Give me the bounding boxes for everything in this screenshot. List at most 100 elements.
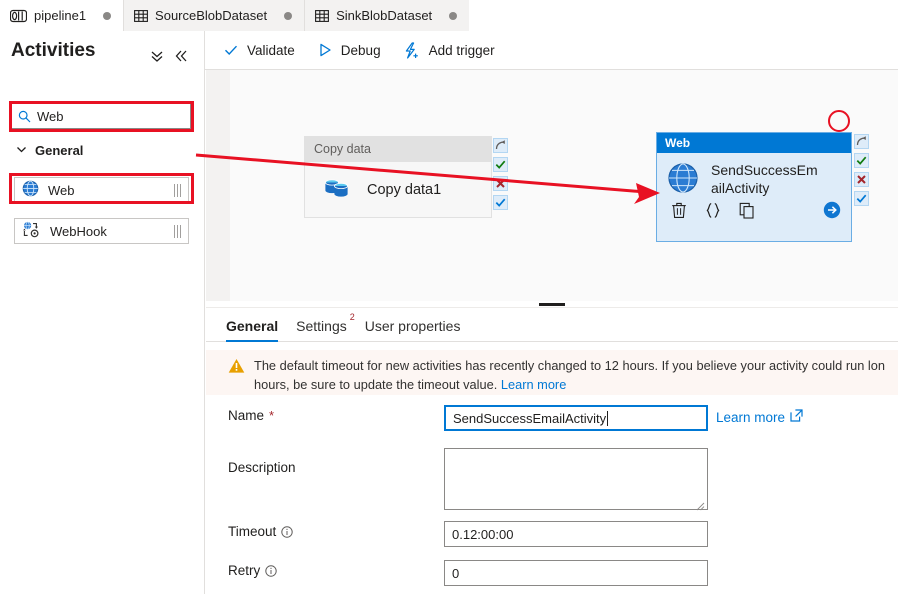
info-circle-icon[interactable]: [281, 525, 293, 538]
search-input-value: Web: [37, 108, 64, 124]
validate-button[interactable]: Validate: [223, 42, 295, 58]
debug-button[interactable]: Debug: [317, 42, 381, 58]
tab-label: pipeline1: [34, 8, 87, 23]
success-handle[interactable]: [493, 157, 508, 172]
web-output-handles: [854, 134, 869, 206]
page-title: Activities: [11, 40, 96, 61]
field-retry: Retry 0: [206, 560, 898, 586]
pipeline-canvas[interactable]: Copy data Copy data1 Web SendSuccessEmai…: [206, 70, 898, 301]
description-textarea[interactable]: [444, 448, 708, 511]
node-title: SendSuccessEmailActivity: [711, 162, 818, 196]
failure-handle[interactable]: [493, 176, 508, 191]
web-globe-icon: [22, 180, 39, 200]
activity-item-label: Web: [48, 182, 75, 198]
tab-settings[interactable]: Settings 2: [296, 312, 355, 341]
trash-icon[interactable]: [671, 202, 687, 219]
warning-line-2: hours, be sure to update the timeout val…: [254, 377, 498, 393]
name-input[interactable]: SendSuccessEmailActivity: [444, 405, 708, 431]
drag-grip-icon[interactable]: [174, 225, 181, 238]
retry-input[interactable]: 0: [444, 560, 708, 586]
name-learn-more-link[interactable]: Learn more: [716, 409, 803, 425]
canvas-node-copy-data[interactable]: Copy data Copy data1: [304, 136, 492, 218]
info-circle-icon[interactable]: [265, 564, 277, 577]
dataset-table-icon: [315, 9, 330, 23]
lightning-plus-icon: [403, 41, 421, 59]
field-timeout: Timeout 0.12:00:00: [206, 521, 898, 547]
field-description: Description: [206, 448, 898, 511]
field-label-retry: Retry: [228, 563, 277, 578]
drag-grip-icon[interactable]: [174, 184, 181, 197]
learn-more-link[interactable]: Learn more: [501, 377, 566, 392]
warning-line-1: The default timeout for new activities h…: [254, 358, 885, 373]
required-marker: *: [269, 408, 275, 423]
tab-label: SinkBlobDataset: [336, 8, 433, 23]
link-text: Learn more: [716, 409, 786, 425]
activity-item-webhook[interactable]: WebHook: [14, 218, 189, 244]
command-label: Debug: [340, 42, 381, 58]
label-text: Timeout: [228, 524, 277, 539]
chevron-double-left-icon[interactable]: [172, 47, 190, 65]
unsaved-indicator: [103, 11, 112, 20]
search-input[interactable]: Web: [11, 103, 191, 129]
unsaved-indicator: [284, 11, 293, 20]
activities-panel: Activities Web General Web WebHook: [0, 31, 205, 594]
completion-handle[interactable]: [854, 191, 869, 206]
activity-properties-panel: General Settings 2 User properties The d…: [206, 308, 898, 594]
checkmark-icon: [223, 42, 239, 58]
chevron-down-icon: [16, 143, 27, 158]
node-title: Copy data1: [367, 181, 442, 198]
properties-tablist: General Settings 2 User properties: [206, 308, 898, 342]
sidebar-group-general[interactable]: General: [16, 143, 83, 158]
activity-item-web[interactable]: Web: [14, 177, 189, 203]
failure-handle[interactable]: [854, 172, 869, 187]
timeout-input[interactable]: 0.12:00:00: [444, 521, 708, 547]
add-trigger-button[interactable]: Add trigger: [403, 41, 495, 59]
tab-label: SourceBlobDataset: [155, 8, 268, 23]
label-text: Retry: [228, 563, 261, 578]
tab-user-properties[interactable]: User properties: [365, 318, 461, 341]
web-globe-icon: [667, 162, 699, 197]
command-label: Add trigger: [428, 42, 495, 58]
command-label: Validate: [247, 42, 295, 58]
text-caret: [607, 410, 609, 426]
tab-label: General: [226, 318, 279, 334]
timeout-warning-banner: The default timeout for new activities h…: [206, 350, 898, 395]
copy-data-database-icon: [321, 174, 351, 205]
success-handle[interactable]: [854, 153, 869, 168]
copy-data-output-handles: [493, 138, 508, 210]
curly-braces-icon[interactable]: [705, 202, 721, 219]
pipeline-icon: [10, 9, 27, 23]
skip-handle[interactable]: [854, 134, 869, 149]
node-type-label: Copy data: [304, 136, 492, 162]
splitter-grabber[interactable]: [539, 302, 565, 306]
tab-general[interactable]: General: [226, 318, 279, 342]
canvas-node-web[interactable]: Web SendSuccessEmailActivity: [656, 132, 852, 242]
tab-sourceblobdataset[interactable]: SourceBlobDataset: [124, 0, 305, 31]
field-label-description: Description: [228, 460, 296, 475]
field-label-name: Name *: [228, 408, 274, 423]
tab-label: User properties: [364, 318, 461, 334]
arrow-right-circle-icon[interactable]: [823, 201, 841, 219]
field-name: Name * SendSuccessEmailActivity Learn mo…: [206, 405, 898, 431]
skip-handle[interactable]: [493, 138, 508, 153]
tab-label: Settings: [296, 318, 347, 334]
webhook-icon: [22, 221, 41, 241]
canvas-left-gutter: [206, 70, 230, 301]
node-type-label: Web: [657, 133, 851, 153]
play-triangle-icon: [317, 42, 333, 58]
unsaved-indicator: [449, 11, 458, 20]
completion-handle[interactable]: [493, 195, 508, 210]
tab-sinkblobdataset[interactable]: SinkBlobDataset: [305, 0, 470, 31]
label-text: Name: [228, 408, 265, 423]
tab-pipeline1[interactable]: pipeline1: [0, 0, 124, 31]
field-label-timeout: Timeout: [228, 524, 293, 539]
chevron-double-down-icon[interactable]: [148, 47, 166, 65]
pipeline-command-bar: Validate Debug Add trigger: [205, 31, 898, 70]
timeout-input-value: 0.12:00:00: [452, 526, 514, 542]
copy-icon[interactable]: [739, 202, 755, 219]
external-link-icon: [790, 409, 803, 425]
panel-splitter[interactable]: [206, 301, 898, 308]
textarea-resize-handle[interactable]: [696, 499, 705, 511]
label-text: Description: [228, 460, 296, 475]
dataset-table-icon: [134, 9, 148, 23]
